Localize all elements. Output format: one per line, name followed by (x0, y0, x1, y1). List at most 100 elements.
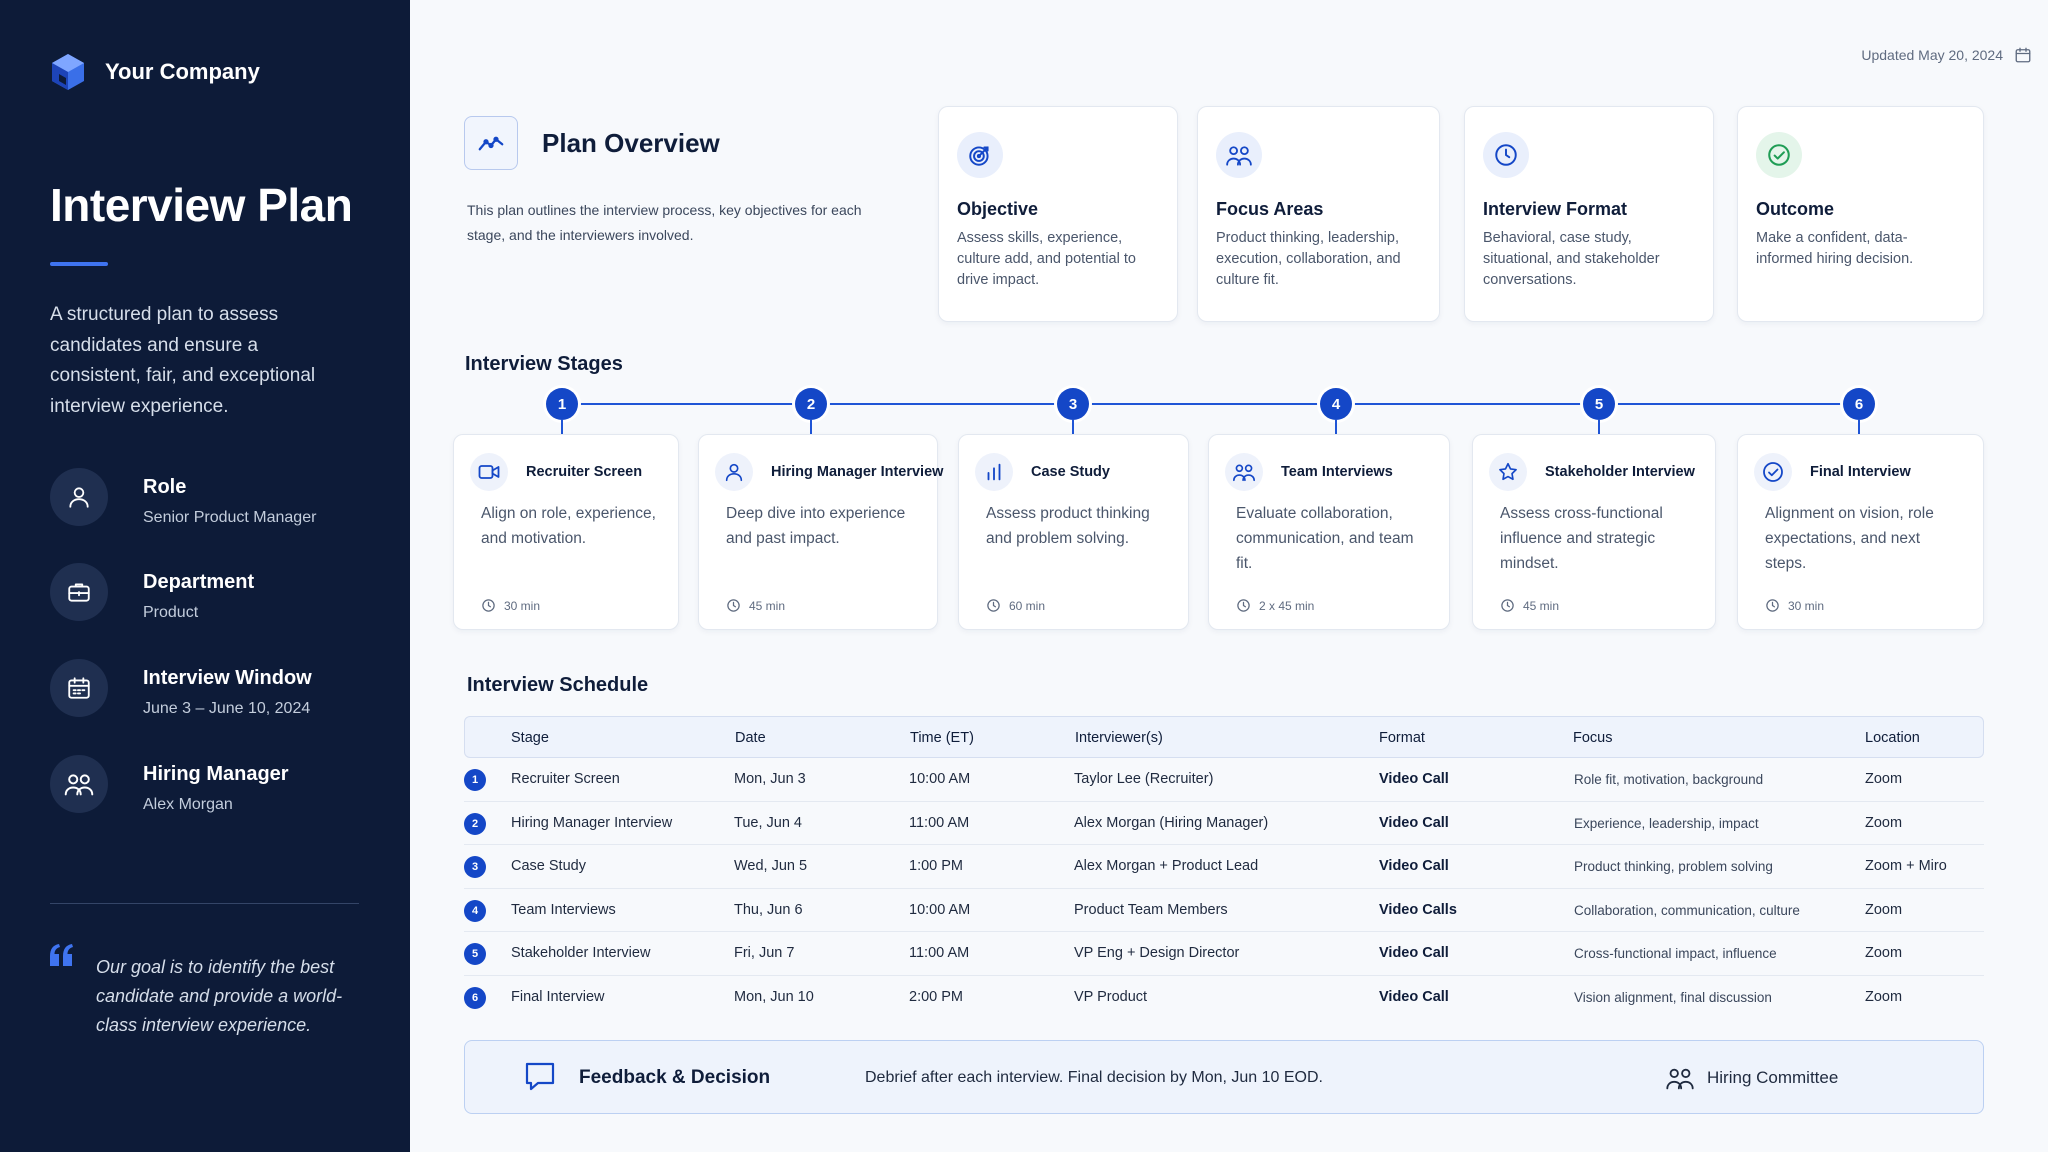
stage-card-stakeholder-interview[interactable]: Stakeholder Interview Assess cross-funct… (1472, 434, 1716, 630)
meta-department: Department Product (50, 563, 254, 622)
title-underline (50, 262, 108, 266)
person-icon (715, 453, 753, 491)
cell-stage: Hiring Manager Interview (511, 814, 673, 831)
quote-icon (50, 944, 73, 966)
column-header[interactable]: Interviewer(s) (1075, 730, 1163, 746)
stage-description: Assess cross-functional influence and st… (1500, 505, 1663, 572)
table-row[interactable]: 5 Stakeholder Interview Fri, Jun 7 11:00… (464, 932, 1984, 976)
cell-format: Video Call (1379, 945, 1449, 962)
feedback-decision-banner: Feedback & Decision Debrief after each i… (464, 1040, 1984, 1114)
stage-number-3: 3 (1057, 388, 1089, 420)
card-title: Outcome (1756, 199, 1835, 219)
feedback-title: Feedback & Decision (579, 1067, 771, 1088)
stage-description: Deep dive into experience and past impac… (726, 505, 906, 547)
cell-location: Zoom (1865, 901, 1903, 918)
column-header[interactable]: Date (735, 730, 766, 746)
cell-interviewers: Taylor Lee (Recruiter) (1074, 771, 1214, 787)
trend-chart-icon (464, 116, 518, 170)
table-row[interactable]: 4 Team Interviews Thu, Jun 6 10:00 AM Pr… (464, 889, 1984, 933)
check-circle-icon (1754, 453, 1792, 491)
stage-description: Align on role, experience, and motivatio… (481, 505, 656, 547)
video-icon (470, 453, 508, 491)
clock-icon (1483, 132, 1529, 178)
column-header[interactable]: Format (1379, 730, 1425, 746)
table-row[interactable]: 1 Recruiter Screen Mon, Jun 3 10:00 AM T… (464, 758, 1984, 802)
schedule-table: Stage Date Time (ET) Interviewer(s) Form… (464, 716, 1984, 1020)
stage-number-1: 1 (546, 388, 578, 420)
stage-number-5: 5 (1583, 388, 1615, 420)
table-body: 1 Recruiter Screen Mon, Jun 3 10:00 AM T… (464, 758, 1984, 1020)
cell-interviewers: VP Eng + Design Director (1074, 945, 1240, 962)
duration-text: 30 min (504, 598, 541, 613)
table-row[interactable]: 6 Final Interview Mon, Jun 10 2:00 PM VP… (464, 976, 1984, 1020)
stage-connector (1335, 420, 1337, 434)
calendar-icon[interactable] (2014, 46, 2032, 64)
cell-stage: Stakeholder Interview (511, 945, 651, 962)
stage-duration: 30 min (481, 598, 540, 613)
clock-icon (1766, 599, 1779, 612)
stage-connector (810, 420, 812, 434)
calendar-icon (50, 659, 108, 717)
stage-name: Final Interview (1810, 464, 1911, 480)
cell-stage: Team Interviews (511, 901, 616, 918)
stage-card-case-study[interactable]: Case Study Assess product thinking and p… (958, 434, 1189, 630)
stage-card-final-interview[interactable]: Final Interview Alignment on vision, rol… (1737, 434, 1984, 630)
meta-interview-window: Interview Window June 3 – June 10, 2024 (50, 659, 312, 718)
people-icon (1666, 1068, 1694, 1090)
card-text: Make a confident, data-informed hiring d… (1756, 230, 1914, 267)
briefcase-icon (50, 563, 108, 621)
feedback-text: Debrief after each interview. Final deci… (865, 1069, 1323, 1086)
check-circle-icon (1756, 132, 1802, 178)
cell-stage: Recruiter Screen (511, 771, 620, 787)
cell-format: Video Calls (1379, 901, 1457, 918)
cell-format: Video Call (1379, 814, 1449, 831)
updated-date: Updated May 20, 2024 (1861, 46, 2032, 64)
stage-card-recruiter-screen[interactable]: Recruiter Screen Align on role, experien… (453, 434, 679, 630)
clock-icon (987, 599, 1000, 612)
card-focus-areas: Focus Areas Product thinking, leadership… (1197, 106, 1440, 322)
meta-value: June 3 – June 10, 2024 (143, 700, 311, 717)
cell-date: Mon, Jun 3 (734, 771, 806, 787)
bar-chart-icon (975, 453, 1013, 491)
row-number: 5 (464, 943, 486, 966)
plan-description: A structured plan to assess candidates a… (50, 304, 316, 417)
stage-connector (561, 420, 563, 434)
duration-text: 45 min (1523, 598, 1560, 613)
stage-card-hiring-manager-interview[interactable]: Hiring Manager Interview Deep dive into … (698, 434, 943, 630)
stage-name: Team Interviews (1281, 464, 1393, 480)
cell-stage: Case Study (511, 858, 586, 875)
stages-timeline (560, 403, 1860, 405)
stage-duration: 60 min (986, 598, 1045, 613)
card-text: Behavioral, case study, situational, and… (1483, 230, 1660, 288)
stage-card-team-interviews[interactable]: Team Interviews Evaluate collaboration, … (1208, 434, 1450, 630)
column-header[interactable]: Stage (511, 730, 549, 746)
brand[interactable]: Your Company (50, 52, 260, 92)
cell-format: Video Call (1379, 858, 1449, 875)
cell-time: 1:00 PM (909, 858, 963, 875)
cell-interviewers: VP Product (1074, 988, 1148, 1005)
meta-label: Interview Window (143, 667, 312, 689)
stage-name: Recruiter Screen (526, 464, 643, 480)
stage-number-6: 6 (1843, 388, 1875, 420)
card-text: Assess skills, experience, culture add, … (957, 230, 1136, 288)
stage-duration: 2 x 45 min (1236, 598, 1314, 613)
column-header[interactable]: Location (1865, 730, 1920, 746)
stage-description: Evaluate collaboration, communication, a… (1236, 505, 1414, 572)
star-icon (1489, 453, 1527, 491)
stage-description: Assess product thinking and problem solv… (986, 505, 1150, 547)
sidebar: Your Company Interview Plan A structured… (0, 0, 410, 1152)
stage-description: Alignment on vision, role expectations, … (1765, 505, 1934, 572)
column-header[interactable]: Time (ET) (910, 730, 974, 746)
hiring-committee: Hiring Committee (1665, 1065, 1838, 1091)
cell-interviewers: Alex Morgan (Hiring Manager) (1074, 814, 1269, 831)
table-row[interactable]: 2 Hiring Manager Interview Tue, Jun 4 11… (464, 802, 1984, 846)
cell-interviewers: Alex Morgan + Product Lead (1074, 858, 1259, 875)
column-header[interactable]: Focus (1573, 730, 1613, 746)
clock-icon (482, 599, 495, 612)
row-number: 3 (464, 856, 486, 879)
interview-schedule-title: Interview Schedule (467, 674, 649, 696)
meta-value: Product (143, 604, 199, 621)
table-row[interactable]: 3 Case Study Wed, Jun 5 1:00 PM Alex Mor… (464, 845, 1984, 889)
cell-date: Thu, Jun 6 (734, 901, 803, 918)
cell-focus: Role fit, motivation, background (1574, 772, 1764, 787)
